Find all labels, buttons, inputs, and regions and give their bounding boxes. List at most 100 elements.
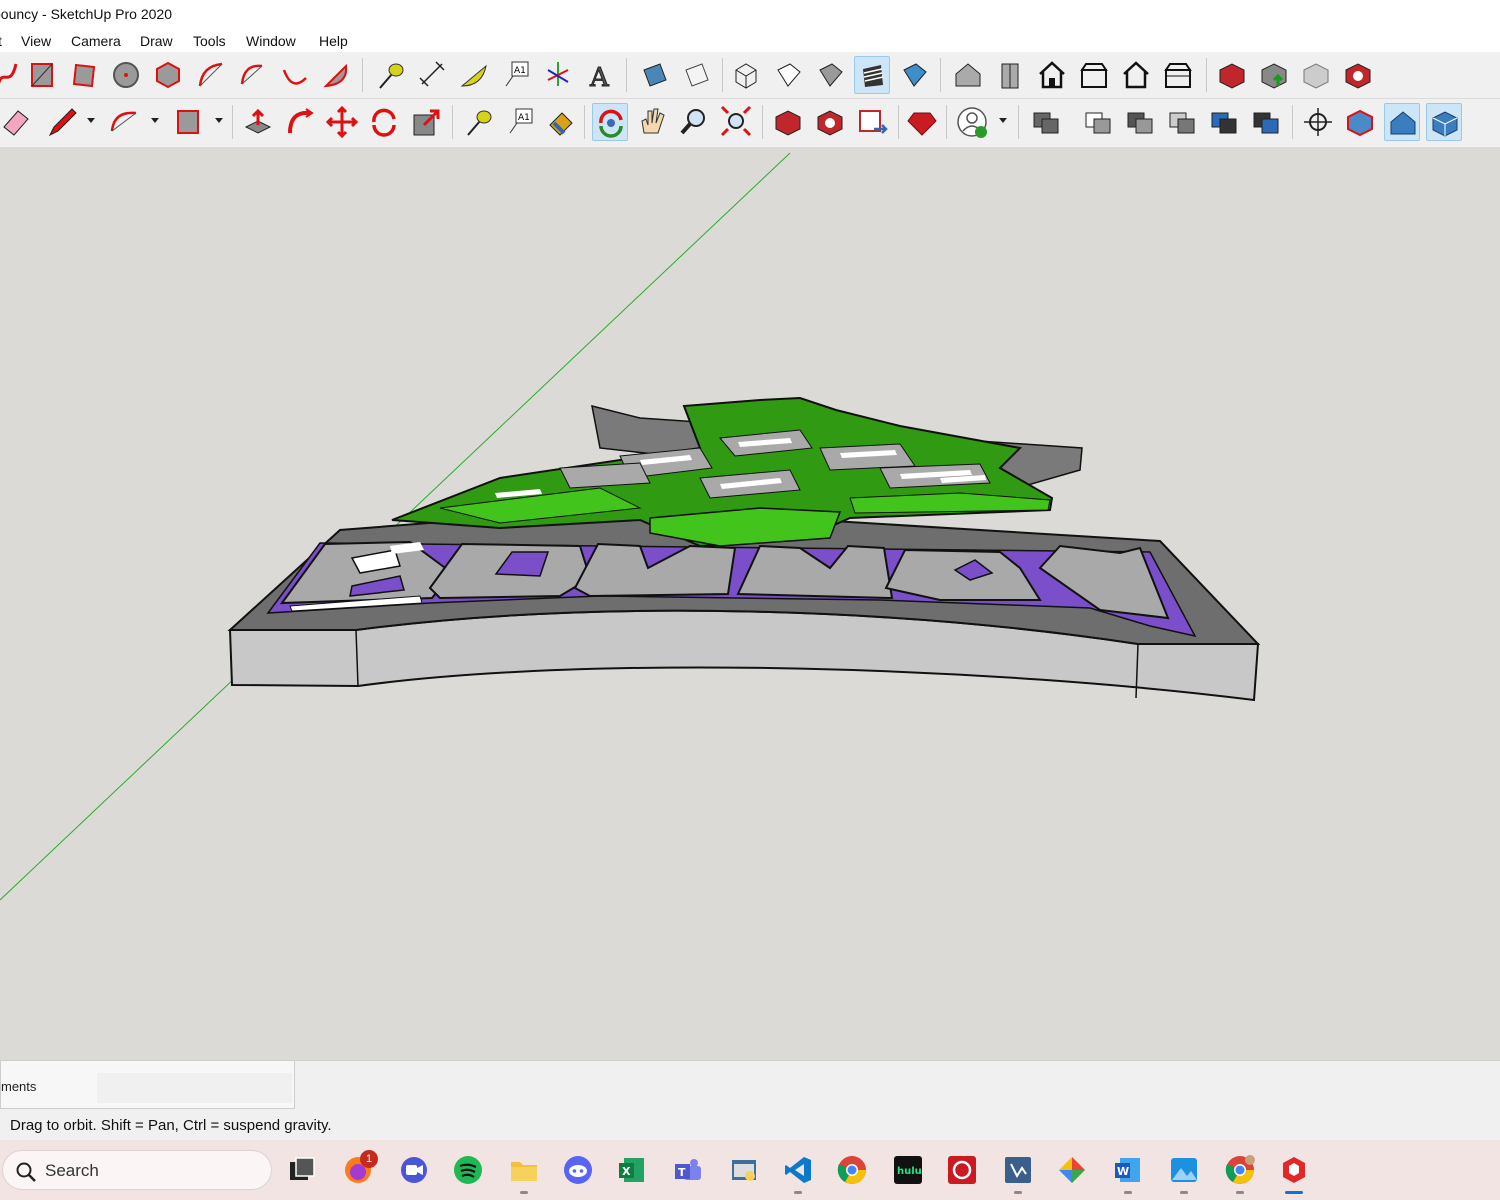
account-button[interactable] bbox=[954, 103, 990, 141]
zoom-tool-button[interactable] bbox=[676, 103, 712, 141]
menu-draw[interactable]: Draw bbox=[140, 33, 173, 49]
model-viewport[interactable] bbox=[0, 148, 1500, 1060]
arc-dropdown-icon[interactable] bbox=[150, 115, 160, 125]
menu-view[interactable]: View bbox=[21, 33, 51, 49]
hulu-icon[interactable]: hulu bbox=[892, 1154, 924, 1186]
follow-me-tool-button[interactable] bbox=[282, 103, 318, 141]
rotate-tool-button[interactable] bbox=[366, 103, 402, 141]
trim-button[interactable] bbox=[1164, 103, 1200, 141]
warehouse-button-2[interactable] bbox=[770, 103, 806, 141]
model-canvas[interactable] bbox=[0, 148, 1500, 1060]
sketchup-taskbar-icon[interactable] bbox=[1278, 1154, 1310, 1186]
chrome-icon[interactable] bbox=[836, 1154, 868, 1186]
window-title: bouncy - SketchUp Pro 2020 bbox=[0, 6, 172, 22]
hidden-line-button[interactable] bbox=[770, 56, 806, 94]
file-explorer-icon[interactable] bbox=[508, 1154, 540, 1186]
spotify-icon[interactable] bbox=[452, 1154, 484, 1186]
shapes-tool-button[interactable] bbox=[170, 103, 206, 141]
tape-measure-tool-button[interactable] bbox=[372, 56, 408, 94]
section-cut-button[interactable] bbox=[678, 56, 714, 94]
eraser-tool-button[interactable] bbox=[0, 103, 34, 141]
code-editor-icon[interactable] bbox=[1002, 1154, 1034, 1186]
line-dropdown-icon[interactable] bbox=[86, 115, 96, 125]
chrome-profile-icon[interactable] bbox=[1224, 1154, 1256, 1186]
word-icon[interactable]: W bbox=[1112, 1154, 1144, 1186]
tape-measure-tool-button-2[interactable] bbox=[460, 103, 496, 141]
get-models-button[interactable] bbox=[1298, 56, 1334, 94]
walk-button[interactable] bbox=[1342, 103, 1378, 141]
shapes-dropdown-icon[interactable] bbox=[214, 115, 224, 125]
menu-help[interactable]: Help bbox=[319, 33, 348, 49]
task-view-icon[interactable] bbox=[286, 1154, 318, 1186]
zoom-extents-tool-button[interactable] bbox=[718, 103, 754, 141]
push-pull-tool-button[interactable] bbox=[240, 103, 276, 141]
rotated-rectangle-tool-button[interactable] bbox=[66, 56, 102, 94]
measurements-input[interactable] bbox=[97, 1073, 292, 1103]
python-app-icon[interactable] bbox=[728, 1154, 760, 1186]
split-button[interactable] bbox=[1248, 103, 1284, 141]
text-tool-button-2[interactable]: A1 bbox=[502, 103, 538, 141]
scale-tool-button[interactable] bbox=[408, 103, 444, 141]
arc-tool-button[interactable] bbox=[192, 56, 228, 94]
look-around-button[interactable] bbox=[1384, 103, 1420, 141]
left-view-button[interactable] bbox=[1160, 56, 1196, 94]
menu-edit[interactable]: t bbox=[0, 33, 2, 49]
extension-manager-button[interactable] bbox=[904, 103, 940, 141]
send-to-layout-button[interactable] bbox=[854, 103, 890, 141]
pan-tool-button[interactable] bbox=[634, 103, 670, 141]
bouncy-logo-model[interactable] bbox=[227, 396, 1261, 702]
front-view-button[interactable] bbox=[1034, 56, 1070, 94]
three-point-arc-tool-button[interactable] bbox=[276, 56, 312, 94]
extension-warehouse-button[interactable] bbox=[1340, 56, 1376, 94]
ruby-app-icon[interactable] bbox=[946, 1154, 978, 1186]
protractor-tool-button[interactable] bbox=[456, 56, 492, 94]
polygon-tool-button[interactable] bbox=[150, 56, 186, 94]
menu-tools[interactable]: Tools bbox=[193, 33, 226, 49]
right-view-button[interactable] bbox=[1076, 56, 1112, 94]
shaded-button[interactable] bbox=[812, 56, 848, 94]
text-tool-button[interactable]: A1 bbox=[498, 56, 534, 94]
outer-shell-button[interactable] bbox=[1028, 103, 1064, 141]
axes-tool-button[interactable] bbox=[540, 56, 576, 94]
arc-tool-button-2[interactable] bbox=[106, 103, 142, 141]
shaded-textures-button[interactable] bbox=[854, 56, 890, 94]
git-app-icon[interactable] bbox=[1056, 1154, 1088, 1186]
circle-tool-button[interactable] bbox=[108, 56, 144, 94]
section-plane-button[interactable] bbox=[636, 56, 672, 94]
rectangle-tool-button[interactable] bbox=[24, 56, 60, 94]
photos-icon[interactable] bbox=[1168, 1154, 1200, 1186]
orbit-tool-button[interactable] bbox=[592, 103, 628, 141]
paint-bucket-tool-button[interactable] bbox=[542, 103, 578, 141]
top-view-button[interactable] bbox=[992, 56, 1028, 94]
vscode-icon[interactable] bbox=[782, 1154, 814, 1186]
account-dropdown-icon[interactable] bbox=[998, 115, 1008, 125]
zoom-app-icon[interactable] bbox=[398, 1154, 430, 1186]
share-model-button[interactable] bbox=[1256, 56, 1292, 94]
title-bar: bouncy - SketchUp Pro 2020 bbox=[0, 0, 1500, 28]
back-view-button[interactable] bbox=[1118, 56, 1154, 94]
dimension-tool-button[interactable] bbox=[414, 56, 450, 94]
menu-camera[interactable]: Camera bbox=[71, 33, 121, 49]
taskbar-search[interactable]: Search bbox=[2, 1150, 272, 1190]
extension-warehouse-button-2[interactable] bbox=[812, 103, 848, 141]
3d-warehouse-button[interactable] bbox=[1214, 56, 1250, 94]
pie-tool-button[interactable] bbox=[318, 56, 354, 94]
position-camera-button[interactable] bbox=[1300, 103, 1336, 141]
intersect-button[interactable] bbox=[1206, 103, 1242, 141]
perspective-button[interactable] bbox=[1426, 103, 1462, 141]
discord-icon[interactable] bbox=[562, 1154, 594, 1186]
monochrome-button[interactable] bbox=[896, 56, 932, 94]
subtract-button[interactable] bbox=[1122, 103, 1158, 141]
menu-window[interactable]: Window bbox=[246, 33, 296, 49]
orbit-icon bbox=[599, 109, 623, 138]
two-point-arc-tool-button[interactable] bbox=[234, 56, 270, 94]
move-tool-button[interactable] bbox=[324, 103, 360, 141]
xray-button[interactable] bbox=[728, 56, 764, 94]
excel-icon[interactable]: X bbox=[616, 1154, 648, 1186]
freehand-tool-button[interactable] bbox=[0, 56, 26, 94]
3d-text-tool-button[interactable]: A bbox=[582, 56, 618, 94]
line-tool-button[interactable] bbox=[44, 103, 80, 141]
union-button[interactable] bbox=[1080, 103, 1116, 141]
teams-icon[interactable]: T bbox=[672, 1154, 704, 1186]
iso-view-button[interactable] bbox=[950, 56, 986, 94]
